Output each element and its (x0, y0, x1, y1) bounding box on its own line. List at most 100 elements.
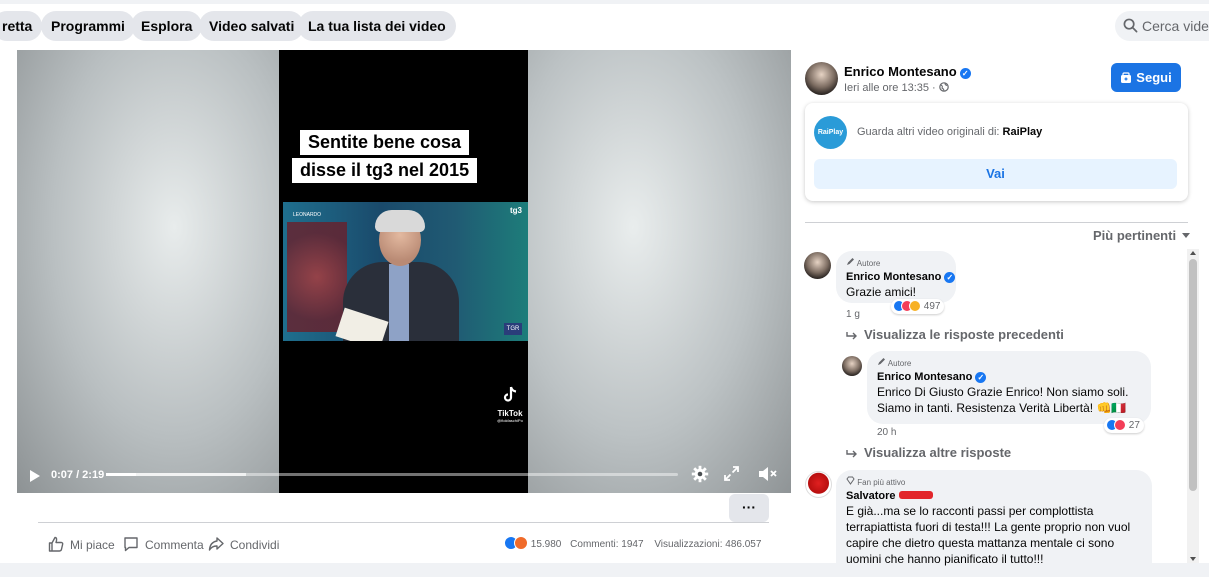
comment-author-row: Enrico Montesano ✓ (877, 370, 1141, 384)
globe-icon (938, 82, 949, 92)
share-button[interactable]: Condividi (208, 536, 279, 553)
raiplay-logo[interactable]: RaiPlay (814, 116, 847, 149)
view-more-replies[interactable]: Visualizza altre risposte (846, 445, 1011, 460)
caption-line-2: disse il tg3 nel 2015 (292, 158, 478, 183)
reply-arrow-icon (846, 450, 857, 458)
verified-badge-icon: ✓ (944, 272, 956, 283)
comment-author[interactable]: Enrico Montesano (846, 271, 941, 283)
author-badge: Autore (846, 257, 946, 270)
reactions-count[interactable]: 15.980 (531, 539, 562, 550)
verified-badge-icon: ✓ (975, 372, 987, 383)
raiplay-text: Guarda altri video originali di: (857, 126, 1000, 138)
diamond-icon (846, 476, 855, 485)
author-badge-label: Autore (856, 259, 881, 268)
like-button[interactable]: Mi piace (48, 536, 115, 553)
search-placeholder: Cerca video (1142, 18, 1209, 34)
love-reaction-icon (1114, 419, 1126, 431)
presenter-shirt (389, 264, 409, 341)
follow-button[interactable]: Segui (1111, 63, 1181, 92)
commenter-avatar[interactable] (804, 252, 831, 279)
scroll-up-icon[interactable] (1190, 251, 1196, 255)
channel-logo-left: LEONARDO (293, 212, 322, 218)
commenter-avatar[interactable] (805, 471, 832, 498)
comment-reactions-count: 497 (923, 301, 941, 312)
tab-lista-video[interactable]: La tua lista dei video (298, 11, 456, 41)
share-label: Condividi (230, 538, 280, 552)
comment-time[interactable]: 1 g (846, 309, 860, 320)
like-label: Mi piace (70, 538, 115, 552)
presenter-hair (375, 210, 425, 232)
share-icon (208, 537, 224, 551)
comments-scrollbar[interactable] (1187, 249, 1199, 563)
commenter-avatar[interactable] (842, 356, 862, 376)
top-fan-label: Fan più attivo (857, 478, 906, 487)
comment-bubble: Fan più attivo Salvatore E già...ma se l… (836, 470, 1152, 566)
tiktok-watermark: TikTok @fiokfaschiPo (493, 386, 527, 423)
fullscreen-icon[interactable] (724, 466, 739, 481)
comment-time[interactable]: 20 h (877, 427, 896, 438)
scrollbar-thumb[interactable] (1189, 259, 1197, 491)
post-stats: 15.980 Commenti: 1947 Visualizzazioni: 4… (504, 536, 761, 553)
pencil-icon (847, 258, 854, 265)
muted-volume-icon[interactable] (758, 465, 778, 483)
comment-button[interactable]: Commenta (123, 536, 204, 553)
comment-bubble: Autore Enrico Montesano ✓ Grazie amici! (836, 251, 956, 303)
more-options-button[interactable]: ··· (729, 494, 769, 522)
pencil-icon (878, 358, 885, 365)
play-icon[interactable] (29, 469, 41, 483)
view-previous-replies-label: Visualizza le risposte precedenti (864, 327, 1064, 342)
sort-dropdown[interactable]: Più pertinenti (1093, 228, 1191, 243)
tiktok-name: TikTok (497, 409, 523, 418)
vai-button[interactable]: Vai (814, 159, 1177, 189)
reply-bubble: Autore Enrico Montesano ✓ Enrico Di Giust… (867, 351, 1151, 424)
care-reaction-icon (909, 300, 921, 312)
author-name[interactable]: Enrico Montesano (844, 64, 957, 79)
comments-divider (805, 222, 1188, 223)
blurred-backdrop-right (528, 50, 791, 493)
comment-label: Commenta (145, 538, 204, 552)
tab-programmi[interactable]: Programmi (41, 11, 135, 41)
video-controls: 0:07 / 2:19 (17, 458, 791, 493)
comment-author[interactable]: Enrico Montesano (877, 371, 972, 383)
top-fan-badge: Fan più attivo (846, 476, 1142, 489)
follow-icon (1121, 72, 1132, 83)
sort-label: Più pertinenti (1093, 228, 1177, 243)
actions-divider (38, 522, 769, 523)
progress-bar[interactable] (106, 473, 678, 476)
search-input[interactable]: Cerca video (1115, 11, 1209, 41)
scroll-down-icon[interactable] (1190, 557, 1196, 561)
comment-text: E già...ma se lo racconti passi per comp… (846, 504, 1131, 566)
video-player[interactable]: Sentite bene cosa disse il tg3 nel 2015 … (17, 50, 791, 493)
comment-reactions[interactable]: 497 (891, 299, 945, 314)
author-badge: Autore (877, 357, 1141, 370)
video-frame: Sentite bene cosa disse il tg3 nel 2015 … (279, 50, 528, 493)
comment-text: Enrico Di Giusto Grazie Enrico! Non siam… (877, 385, 1129, 415)
raiplay-card: RaiPlay Guarda altri video originali di:… (805, 103, 1188, 201)
comment-reactions[interactable]: 27 (1104, 418, 1144, 433)
video-time: 0:07 / 2:19 (51, 469, 105, 481)
tiktok-icon (503, 386, 517, 402)
author-avatar[interactable] (805, 62, 838, 95)
caption-line-1: Sentite bene cosa (300, 130, 470, 155)
raiplay-name[interactable]: RaiPlay (1003, 126, 1043, 138)
reply-arrow-icon (846, 332, 857, 340)
view-more-replies-label: Visualizza altre risposte (864, 445, 1012, 460)
comment-author[interactable]: Salvatore (846, 490, 896, 502)
caret-down-icon (1182, 233, 1191, 238)
tab-video-salvati[interactable]: Video salvati (199, 11, 305, 41)
comment-author-row: Enrico Montesano ✓ (846, 270, 956, 284)
view-previous-replies[interactable]: Visualizza le risposte precedenti (846, 327, 1064, 342)
gear-icon[interactable] (691, 465, 709, 483)
news-clip: LEONARDO tg3 TGR (283, 202, 528, 341)
comment-icon (124, 537, 138, 552)
views-count: Visualizzazioni: 486.057 (654, 539, 762, 550)
post-time[interactable]: Ieri alle ore 13:35 · (844, 82, 936, 94)
follow-label: Segui (1136, 70, 1172, 85)
comment-author-row: Salvatore (846, 489, 1142, 503)
post-actions-bar: Mi piace Commenta Condividi 15.980 Comme… (38, 534, 778, 556)
tab-dirette[interactable]: retta (0, 11, 43, 41)
comments-count[interactable]: Commenti: 1947 (570, 539, 643, 550)
tab-esplora[interactable]: Esplora (131, 11, 203, 41)
comment-text: Grazie amici! (846, 285, 917, 299)
studio-background (287, 222, 347, 332)
